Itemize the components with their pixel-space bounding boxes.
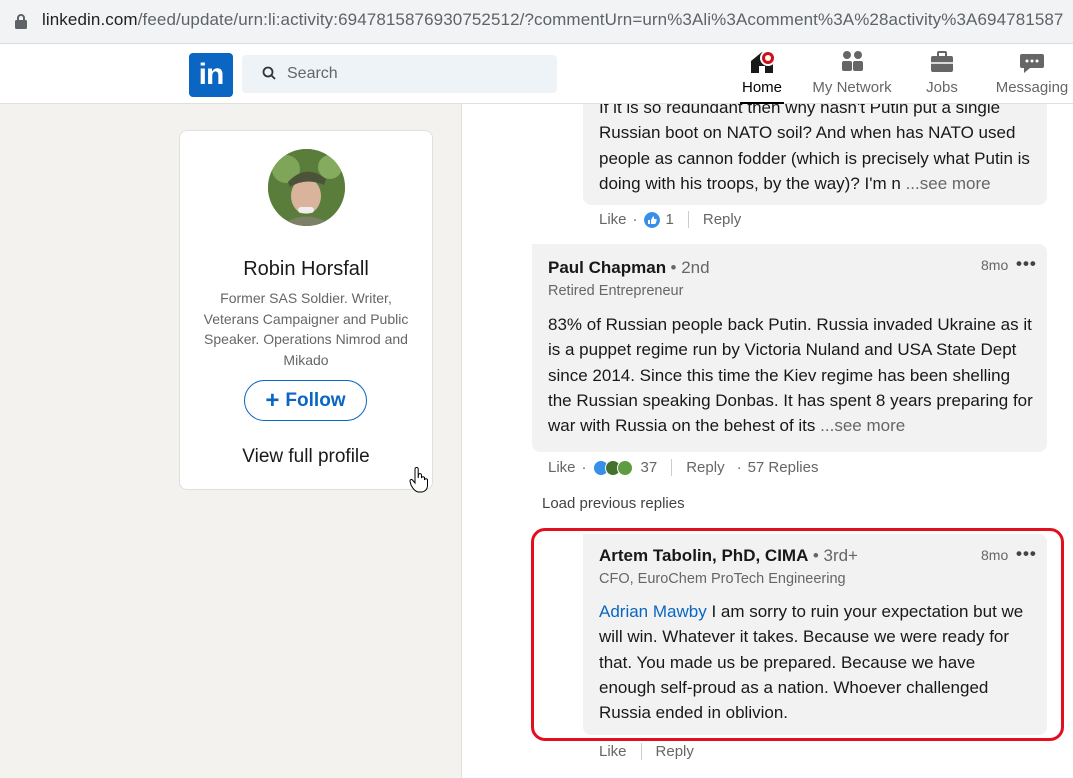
nav-messaging-label: Messaging [995,79,1069,96]
comment-author-headline: CFO, EuroChem ProTech Engineering [599,571,846,587]
avatar[interactable] [268,149,345,226]
linkedin-logo[interactable]: in [189,53,233,97]
connection-degree: • 3rd+ [812,546,858,565]
comment-author[interactable]: Artem Tabolin, PhD, CIMA [599,546,808,565]
comments-feed: If it is so redundant then why hasn't Pu… [461,104,1073,778]
comment-text: If it is so redundant then why hasn't Pu… [599,104,1030,193]
profile-name[interactable]: Robin Horsfall [180,258,432,281]
view-full-profile-link[interactable]: View full profile [180,446,432,468]
like-button[interactable]: Like [548,459,576,476]
comment-actions: Like Reply [599,743,694,760]
divider [640,743,642,760]
browser-address-bar[interactable]: linkedin.com/feed/update/urn:li:activity… [0,0,1073,44]
search-placeholder: Search [287,65,338,82]
profile-headline: Former SAS Soldier. Writer, Veterans Cam… [203,290,409,368]
lock-icon [15,14,27,29]
see-more-link[interactable]: ...see more [906,174,991,193]
reaction-count[interactable]: 37 [641,459,658,476]
comment-author-headline: Retired Entrepreneur [548,283,684,299]
see-more-link[interactable]: ...see more [820,416,905,435]
nav-my-network[interactable]: My Network [808,48,896,100]
nav-jobs[interactable]: Jobs [922,48,962,100]
url-text: linkedin.com/feed/update/urn:li:activity… [42,10,1064,29]
nav-home-label: Home [741,79,782,96]
like-button[interactable]: Like [599,211,627,228]
search-input[interactable]: Search [242,55,557,93]
reply-button[interactable]: Reply [686,459,724,476]
nav-jobs-label: Jobs [926,79,958,96]
connection-degree: • 2nd [670,258,710,277]
comment-author-line: Artem Tabolin, PhD, CIMA • 3rd+ [599,546,858,566]
comment-time: 8mo [981,257,1009,273]
more-options-icon[interactable]: ••• [1016,254,1037,274]
more-options-icon[interactable]: ••• [1016,544,1037,564]
search-icon [262,66,276,80]
message-icon [1020,54,1044,73]
comment-time: 8mo [981,547,1009,563]
separator-dot: · [632,211,638,228]
avatar-photo [268,149,345,226]
follow-button[interactable]: + Follow [244,380,367,421]
load-previous-replies-button[interactable]: Load previous replies [542,495,685,512]
replies-count-link[interactable]: 57 Replies [748,459,819,476]
divider [671,459,673,476]
nav-home[interactable]: Home [740,48,784,104]
global-nav: in Search Home My Network Jobs Messaging [0,44,1073,104]
comment-author[interactable]: Paul Chapman [548,258,666,277]
separator-dot: · [581,459,587,476]
comment-actions: Like · 37 Reply · 57 Replies [548,459,818,476]
comment-author-line: Paul Chapman • 2nd [548,258,710,278]
hand-cursor-icon [409,467,428,493]
profile-card: Robin Horsfall Former SAS Soldier. Write… [179,130,433,490]
reactions-icons [592,459,633,476]
follow-label: Follow [285,389,346,411]
comment-bubble: Artem Tabolin, PhD, CIMA • 3rd+ CFO, Eur… [583,534,1047,735]
separator-dot: · [736,459,742,476]
reply-button[interactable]: Reply [703,211,741,228]
reply-button[interactable]: Reply [656,743,694,760]
mention-link[interactable]: Adrian Mawby [599,602,707,621]
briefcase-icon [931,51,953,72]
comment-actions: Like · 1 Reply [599,211,741,228]
nav-my-network-label: My Network [812,79,892,96]
comment-text: Adrian Mawby I am sorry to ruin your exp… [599,602,1024,723]
comment-text: 83% of Russian people back Putin. Russia… [548,315,1033,436]
like-button[interactable]: Like [599,743,627,760]
comment-bubble: If it is so redundant then why hasn't Pu… [583,104,1047,205]
notification-badge [760,50,776,66]
divider [687,211,689,228]
nav-messaging[interactable]: Messaging [994,48,1070,100]
plus-icon: + [265,386,280,414]
like-reaction-icon [643,211,660,228]
network-icon [842,51,863,71]
comment-bubble: Paul Chapman • 2nd Retired Entrepreneur … [532,244,1047,452]
reaction-count[interactable]: 1 [666,211,674,228]
